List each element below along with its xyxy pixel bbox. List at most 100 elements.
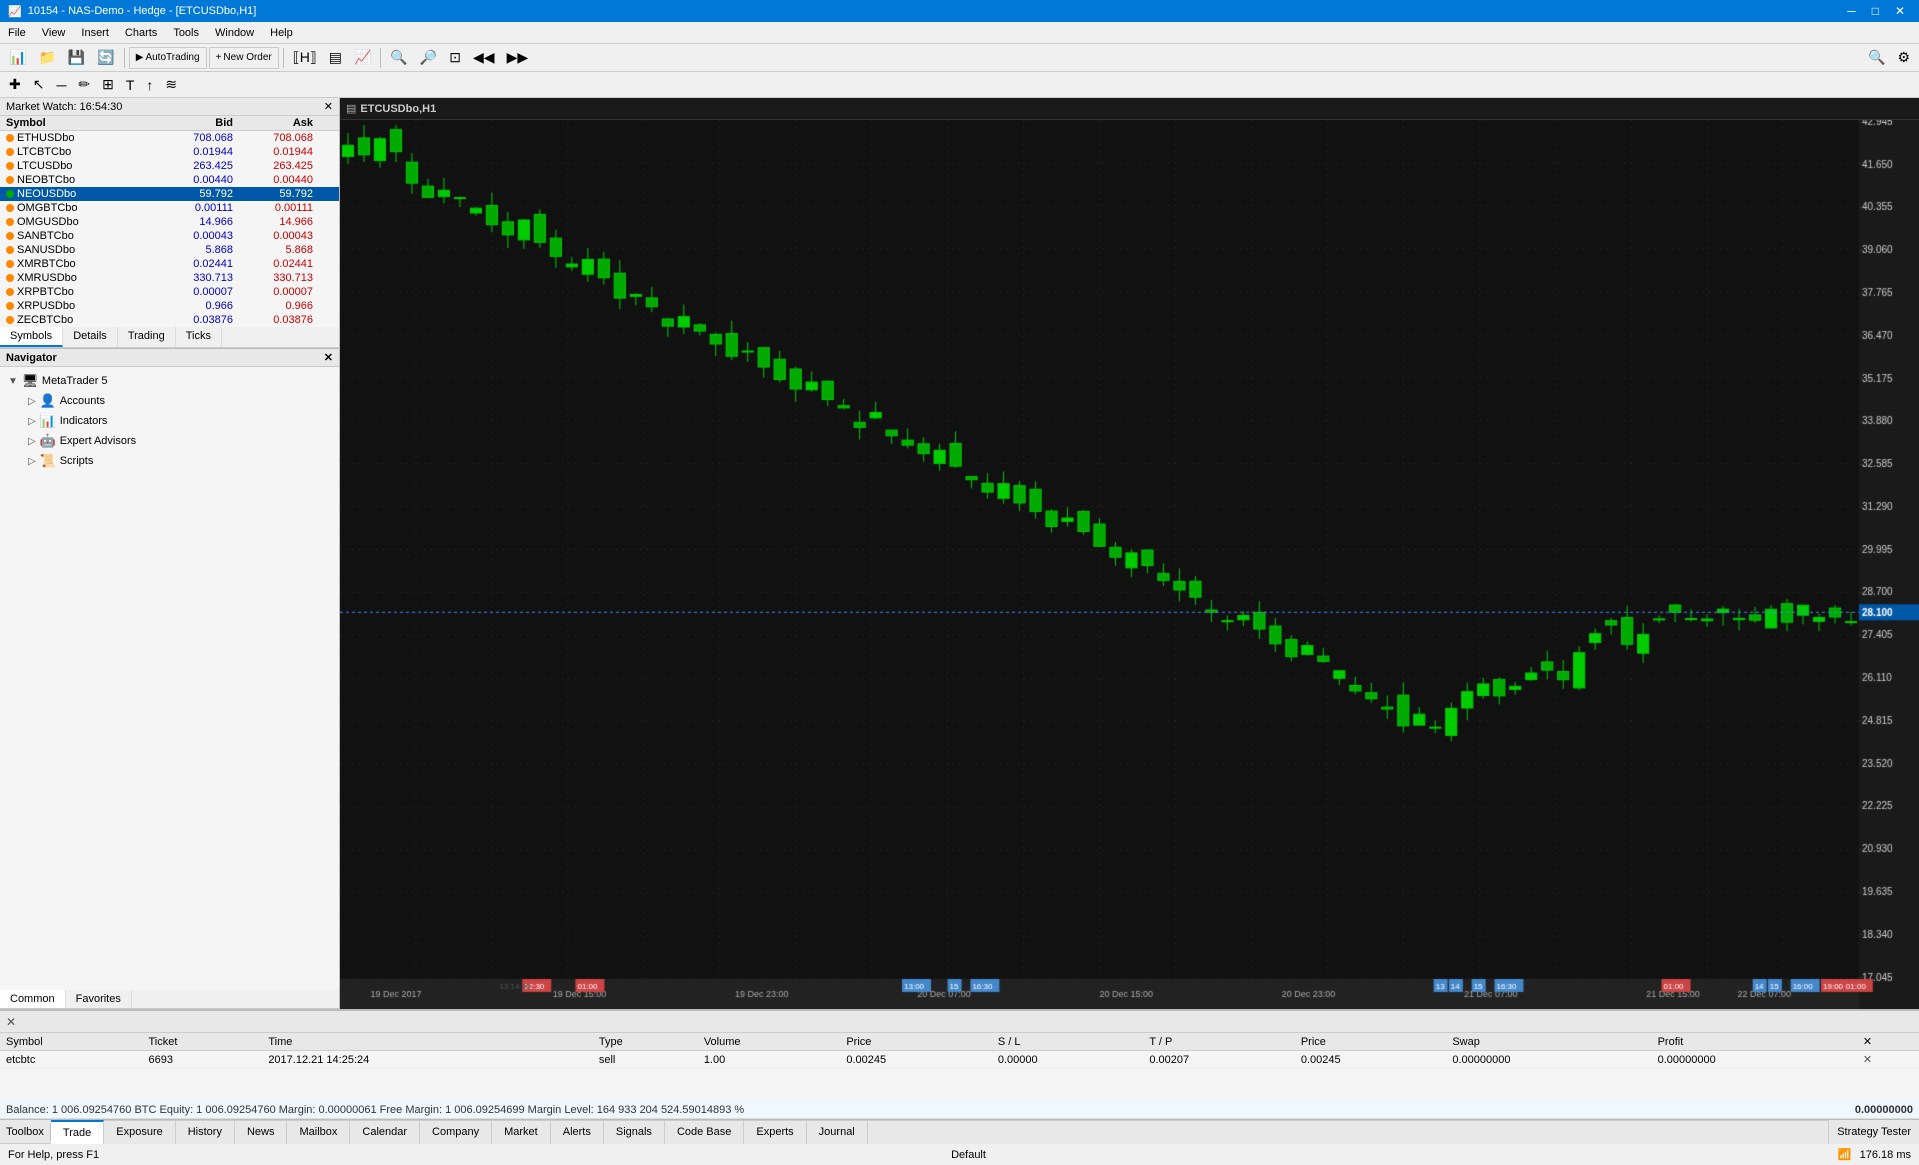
menu-file[interactable]: File xyxy=(0,25,34,41)
sym-dot xyxy=(6,134,14,142)
terminal-close-btn[interactable]: ✕ xyxy=(6,1015,16,1029)
nav-item-metatrader[interactable]: ▼ 🖥 MetaTrader 5 xyxy=(4,371,335,391)
open-btn[interactable]: 📁 xyxy=(33,47,60,69)
cursor-btn[interactable]: ↖ xyxy=(28,74,50,96)
mw-tab-details[interactable]: Details xyxy=(63,327,118,347)
autotrading-btn[interactable]: ▶ AutoTrading xyxy=(129,47,207,69)
arrow-btn[interactable]: ↑ xyxy=(141,74,158,96)
scroll-left-btn[interactable]: ◀◀ xyxy=(468,47,500,69)
nav-tab-favorites[interactable]: Favorites xyxy=(66,990,132,1008)
tab-experts[interactable]: Experts xyxy=(744,1121,806,1144)
maximize-button[interactable]: □ xyxy=(1866,2,1885,20)
chart-type-btn[interactable]: 📈 xyxy=(349,47,376,69)
new-chart-btn[interactable]: 📊 xyxy=(4,47,31,69)
menu-window[interactable]: Window xyxy=(207,25,262,41)
tab-news[interactable]: News xyxy=(235,1121,288,1144)
menu-insert[interactable]: Insert xyxy=(73,25,117,41)
market-watch-row[interactable]: XRPBTCbo 0.00007 0.00007 xyxy=(0,285,339,299)
hline-btn[interactable]: ─ xyxy=(51,74,71,96)
nav-item-experts[interactable]: ▷ 🤖 Expert Advisors xyxy=(24,431,335,451)
chart-canvas-container[interactable] xyxy=(340,120,1919,1009)
symbol-name: SANBTCbo xyxy=(17,230,74,242)
nav-item-accounts[interactable]: ▷ 👤 Accounts xyxy=(24,391,335,411)
market-watch-row[interactable]: OMGBTCbo 0.00111 0.00111 xyxy=(0,201,339,215)
market-watch-row[interactable]: SANBTCbo 0.00043 0.00043 xyxy=(0,229,339,243)
zoom-out-btn[interactable]: 🔎 xyxy=(415,47,442,69)
market-watch-row[interactable]: XMRUSDbo 330.713 330.713 xyxy=(0,271,339,285)
sym-dot xyxy=(6,148,14,156)
statusbar: For Help, press F1 Default 📶 176.18 ms xyxy=(0,1143,1919,1165)
menu-help[interactable]: Help xyxy=(262,25,301,41)
menu-charts[interactable]: Charts xyxy=(117,25,165,41)
draw-btn[interactable]: ✏ xyxy=(73,74,95,96)
autotrading-icon: ▶ xyxy=(136,52,144,63)
zoom-fit-btn[interactable]: ⊡ xyxy=(444,47,466,69)
strategy-tester-btn[interactable]: Strategy Tester xyxy=(1828,1120,1919,1144)
menu-view[interactable]: View xyxy=(34,25,74,41)
crosshair-btn[interactable]: ✚ xyxy=(4,74,26,96)
sym-dot xyxy=(6,204,14,212)
market-watch-row[interactable]: SANUSDbo 5.868 5.868 xyxy=(0,243,339,257)
tab-company[interactable]: Company xyxy=(420,1121,492,1144)
signal-icon: 📶 xyxy=(1838,1148,1852,1161)
navigator-close[interactable]: ✕ xyxy=(324,351,333,364)
close-button[interactable]: ✕ xyxy=(1889,2,1911,20)
text-btn[interactable]: T xyxy=(121,74,140,96)
minimize-button[interactable]: ─ xyxy=(1841,2,1862,20)
market-watch-row[interactable]: XMRBTCbo 0.02441 0.02441 xyxy=(0,257,339,271)
mw-tab-ticks[interactable]: Ticks xyxy=(176,327,222,347)
th-ticket: Ticket xyxy=(143,1033,263,1051)
tab-trade[interactable]: Trade xyxy=(51,1120,104,1144)
nav-item-indicators[interactable]: ▷ 📊 Indicators xyxy=(24,411,335,431)
row-actions xyxy=(313,132,333,144)
market-watch-row[interactable]: LTCBTCbo 0.01944 0.01944 xyxy=(0,145,339,159)
toolbox-btn[interactable]: Toolbox xyxy=(0,1123,51,1141)
market-watch-row[interactable]: NEOUSDbo 59.792 59.792 xyxy=(0,187,339,201)
symbol-cell: OMGUSDbo xyxy=(6,216,153,228)
channel-btn[interactable]: ⊞ xyxy=(97,74,119,96)
scroll-right-btn[interactable]: ▶▶ xyxy=(502,47,534,69)
market-watch-row[interactable]: LTCUSDbo 263.425 263.425 xyxy=(0,159,339,173)
fib-btn[interactable]: ≋ xyxy=(160,74,182,96)
tab-codebase[interactable]: Code Base xyxy=(665,1121,744,1144)
tab-history[interactable]: History xyxy=(176,1121,235,1144)
chart-canvas[interactable] xyxy=(340,120,1919,1009)
tab-calendar[interactable]: Calendar xyxy=(350,1121,420,1144)
market-watch-row[interactable]: XRPUSDbo 0.966 0.966 xyxy=(0,299,339,313)
tab-signals[interactable]: Signals xyxy=(604,1121,665,1144)
refresh-btn[interactable]: 🔄 xyxy=(92,47,119,69)
td-close[interactable]: ✕ xyxy=(1857,1051,1919,1069)
nav-item-scripts[interactable]: ▷ 📜 Scripts xyxy=(24,451,335,471)
mw-tab-trading[interactable]: Trading xyxy=(118,327,176,347)
mw-tab-symbols[interactable]: Symbols xyxy=(0,327,63,347)
th-type: Type xyxy=(593,1033,698,1051)
symbol-name: XMRUSDbo xyxy=(17,272,77,284)
market-watch-row[interactable]: ETHUSDbo 708.068 708.068 xyxy=(0,131,339,145)
nav-tab-common[interactable]: Common xyxy=(0,990,66,1008)
tab-alerts[interactable]: Alerts xyxy=(551,1121,604,1144)
menu-tools[interactable]: Tools xyxy=(165,25,207,41)
zoom-in-btn[interactable]: 🔍 xyxy=(385,47,412,69)
tab-market[interactable]: Market xyxy=(492,1121,551,1144)
market-watch-row[interactable]: NEOBTCbo 0.00440 0.00440 xyxy=(0,173,339,187)
search-btn[interactable]: 🔍 xyxy=(1863,47,1890,69)
settings-btn[interactable]: ⚙ xyxy=(1892,47,1915,69)
tab-journal[interactable]: Journal xyxy=(807,1121,868,1144)
tab-exposure[interactable]: Exposure xyxy=(104,1121,175,1144)
market-watch-close[interactable]: ✕ xyxy=(324,100,333,113)
period-btn1[interactable]: ⟦H⟧ xyxy=(288,47,322,69)
tab-mailbox[interactable]: Mailbox xyxy=(287,1121,350,1144)
chart-header: ▤ ETCUSDbo,H1 xyxy=(340,98,1919,120)
market-watch-row[interactable]: OMGUSDbo 14.966 14.966 xyxy=(0,215,339,229)
new-order-btn[interactable]: + New Order xyxy=(209,47,279,69)
ask-cell: 0.00111 xyxy=(233,202,313,214)
ask-cell: 59.792 xyxy=(233,188,313,200)
market-watch-row[interactable]: ZECBTCbo 0.03876 0.03876 xyxy=(0,313,339,327)
table-row[interactable]: etcbtc 6693 2017.12.21 14:25:24 sell 1.0… xyxy=(0,1051,1919,1069)
symbol-name: ZECBTCbo xyxy=(17,314,73,326)
save-btn[interactable]: 💾 xyxy=(63,47,90,69)
col-ask: Ask xyxy=(233,117,313,129)
bid-cell: 59.792 xyxy=(153,188,233,200)
period-btn2[interactable]: ▤ xyxy=(324,47,347,69)
titlebar-title: 10154 - NAS-Demo - Hedge - [ETCUSDbo,H1] xyxy=(28,5,257,17)
